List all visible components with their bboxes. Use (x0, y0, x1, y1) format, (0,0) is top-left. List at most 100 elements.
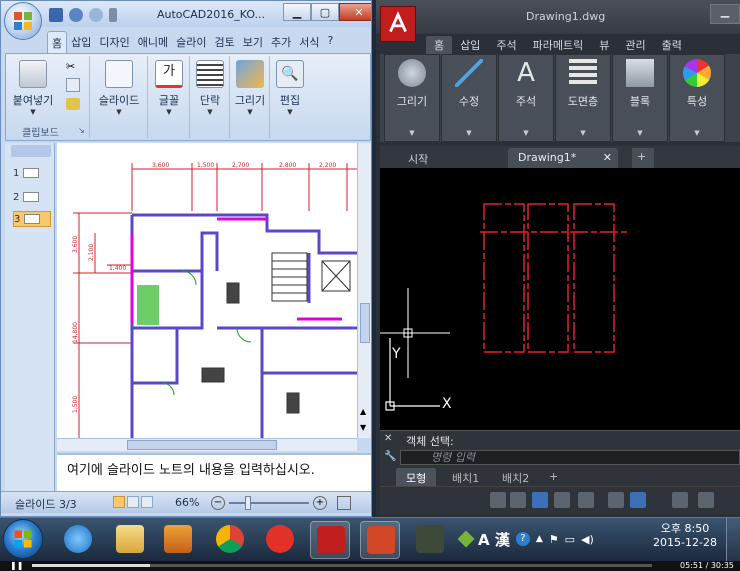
ribbon-tab[interactable]: 검토 (211, 31, 239, 53)
ribbon-tab[interactable]: 삽입 (67, 31, 95, 53)
paste-dropdown-icon[interactable]: ▼ (10, 108, 56, 116)
new-tab-button[interactable]: + (632, 148, 654, 168)
panel-dropdown-icon[interactable]: ▼ (442, 129, 496, 137)
zoom-out-icon[interactable]: − (211, 496, 225, 510)
office-button[interactable] (4, 2, 42, 40)
format-painter-icon[interactable] (66, 98, 80, 110)
ribbon-panel-block[interactable]: 블록 ▼ (612, 54, 668, 142)
layout2-tab[interactable]: 배치2 (492, 468, 539, 486)
paragraph-dropdown-icon[interactable]: ▼ (192, 108, 228, 116)
ribbon-panel-modify[interactable]: 수정 ▼ (441, 54, 497, 142)
slide-thumb-1[interactable]: 1 (13, 165, 51, 181)
close-tab-icon[interactable]: ✕ (603, 151, 612, 164)
volume-icon[interactable]: ◀) (581, 533, 594, 546)
tray-expand-icon[interactable]: ▲ (536, 534, 543, 544)
ribbon-tab[interactable]: 홈 (47, 31, 68, 53)
autocad-app-button[interactable] (380, 6, 416, 42)
ortho-icon[interactable] (532, 492, 548, 508)
start-tab[interactable]: 시작 (398, 148, 438, 168)
drawing-line[interactable] (527, 203, 569, 353)
cut-icon[interactable]: ✂ (66, 60, 84, 74)
start-button[interactable] (3, 519, 43, 559)
qat-dropdown-icon[interactable] (109, 8, 117, 22)
panel-dropdown-icon[interactable]: ▼ (499, 129, 553, 137)
ribbon-tab[interactable]: 추가 (267, 31, 295, 53)
prev-slide-icon[interactable]: ▲ (360, 407, 366, 416)
redo-icon[interactable] (89, 8, 103, 22)
slides-dropdown-icon[interactable]: ▼ (92, 108, 146, 116)
taskbar-media-player[interactable] (158, 521, 198, 559)
ribbon-panel-layers[interactable]: 도면층 ▼ (555, 54, 611, 142)
autocad-ribbon-tab[interactable]: 홈 (426, 36, 453, 54)
ribbon-tab[interactable]: 애니메 (134, 31, 172, 53)
minimize-button[interactable]: ▁ (283, 3, 311, 21)
autocad-ribbon-tab[interactable]: 출력 (654, 36, 690, 54)
lineweight-icon[interactable] (672, 492, 688, 508)
layout1-tab[interactable]: 배치1 (442, 468, 489, 486)
taskbar-file-explorer[interactable] (110, 521, 150, 559)
drawing-button[interactable]: 그리기 ▼ (232, 60, 268, 116)
slide-horizontal-scrollbar[interactable] (57, 438, 357, 451)
show-desktop-button[interactable] (726, 518, 740, 561)
paragraph-button[interactable]: 단락 ▼ (192, 60, 228, 116)
paste-button[interactable]: 붙여넣기 ▼ (10, 60, 56, 116)
pause-icon[interactable]: ❚❚ (10, 561, 23, 570)
drawing-line[interactable] (573, 203, 615, 353)
grid-icon[interactable] (490, 492, 506, 508)
object-snap-icon[interactable] (630, 492, 646, 508)
taskbar-powerpoint[interactable] (360, 521, 400, 559)
next-slide-icon[interactable]: ▼ (360, 423, 366, 432)
hscroll-thumb[interactable] (127, 440, 277, 450)
ribbon-panel-draw[interactable]: 그리기 ▼ (384, 54, 440, 142)
workspace-gear-icon[interactable] (698, 492, 714, 508)
ribbon-tab[interactable]: 보기 (239, 31, 267, 53)
panel-dropdown-icon[interactable]: ▼ (385, 129, 439, 137)
autocad-ribbon-tab[interactable]: 뷰 (591, 36, 617, 54)
fit-slide-icon[interactable] (337, 496, 351, 510)
ribbon-panel-properties[interactable]: 특성 ▼ (669, 54, 725, 142)
command-input[interactable]: 명령 입력 (400, 450, 740, 465)
network-icon[interactable]: ▭ (565, 533, 575, 546)
drawing1-tab[interactable]: Drawing1* ✕ (508, 148, 618, 168)
slide-thumb-3[interactable]: 3 (13, 211, 51, 227)
action-center-icon[interactable]: ⚑ (549, 533, 559, 546)
cmd-close-icon[interactable]: ✕ (384, 433, 392, 444)
undo-icon[interactable] (69, 8, 83, 22)
zoom-in-icon[interactable]: + (313, 496, 327, 510)
help-icon[interactable]: ? (515, 532, 530, 546)
ribbon-tab[interactable]: 서식 (295, 31, 323, 53)
snap-icon[interactable] (510, 492, 526, 508)
slideshow-view-icon[interactable] (141, 496, 153, 508)
ime-icon[interactable] (457, 530, 475, 548)
close-button[interactable]: ✕ (339, 3, 371, 21)
slides-button[interactable]: 슬라이드 ▼ (92, 60, 146, 116)
save-icon[interactable] (49, 8, 63, 22)
editing-dropdown-icon[interactable]: ▼ (272, 108, 308, 116)
scroll-thumb[interactable] (360, 303, 370, 343)
ribbon-tab[interactable]: 슬라이 (172, 31, 210, 53)
taskbar-autocad[interactable] (310, 521, 350, 559)
zoom-slider-thumb[interactable] (245, 496, 251, 510)
autocad-minimize-button[interactable]: ▁ (710, 4, 740, 24)
drawing-dropdown-icon[interactable]: ▼ (232, 108, 268, 116)
zoom-slider[interactable] (229, 502, 309, 504)
add-layout-button[interactable]: + (544, 468, 563, 486)
ribbon-tab[interactable]: 디자인 (95, 31, 133, 53)
sorter-view-icon[interactable] (127, 496, 139, 508)
ribbon-panel-annotation[interactable]: A 주석 ▼ (498, 54, 554, 142)
taskbar-internet-explorer[interactable] (58, 521, 98, 559)
taskbar-camtasia[interactable] (410, 521, 450, 559)
autocad-ribbon-tab[interactable]: 주석 (488, 36, 524, 54)
drawing-line[interactable] (483, 203, 525, 353)
help-icon[interactable]: ? (324, 31, 338, 53)
slide-canvas[interactable]: 3,600 1,500 2,700 2,800 2,200 3,600 2,100 1,… (57, 143, 357, 438)
cmd-customize-icon[interactable]: 🔧 (384, 451, 396, 462)
clock[interactable]: 오후 8:50 2015-12-28 (650, 522, 720, 550)
osnap-track-icon[interactable] (578, 492, 594, 508)
autocad-ribbon-tab[interactable]: 삽입 (452, 36, 488, 54)
maximize-button[interactable]: ▢ (311, 3, 339, 21)
copy-icon[interactable] (66, 78, 80, 92)
isodraft-icon[interactable] (608, 492, 624, 508)
normal-view-icon[interactable] (113, 496, 125, 508)
drawing-canvas[interactable]: Y X (380, 168, 740, 430)
